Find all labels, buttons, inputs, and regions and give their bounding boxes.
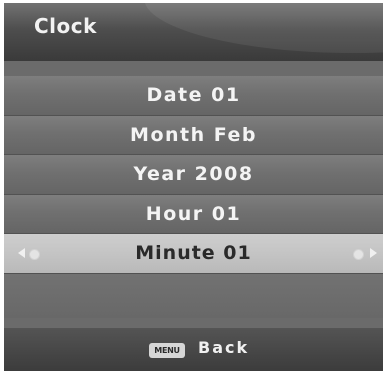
setting-hour[interactable]: Hour 01 [4, 194, 383, 234]
setting-date[interactable]: Date 01 [4, 76, 383, 116]
menu-key-icon[interactable]: MENU [149, 343, 185, 358]
setting-minute-label: Minute 01 [135, 242, 252, 264]
setting-hour-label: Hour 01 [145, 202, 242, 225]
page-title: Clock [34, 14, 97, 38]
clock-osd-menu: Clock Date 01 Month Feb Year 2008 Hour 0… [4, 3, 383, 371]
back-label[interactable]: Back [198, 338, 249, 357]
increase-dot-icon [353, 249, 364, 260]
setting-minute[interactable]: Minute 01 [4, 234, 383, 274]
decrease-dot-icon [29, 249, 40, 260]
setting-month[interactable]: Month Feb [4, 115, 383, 155]
empty-row [4, 273, 383, 318]
footer-bar: MENU Back [4, 328, 383, 371]
setting-date-label: Date 01 [146, 84, 241, 106]
setting-year[interactable]: Year 2008 [4, 155, 383, 195]
setting-year-label: Year 2008 [133, 163, 254, 185]
setting-month-label: Month Feb [130, 123, 257, 146]
arrow-left-icon[interactable] [18, 248, 25, 258]
arrow-right-icon[interactable] [370, 248, 377, 258]
title-bar: Clock [4, 3, 383, 61]
settings-list: Date 01 Month Feb Year 2008 Hour 01 Minu… [4, 76, 383, 318]
